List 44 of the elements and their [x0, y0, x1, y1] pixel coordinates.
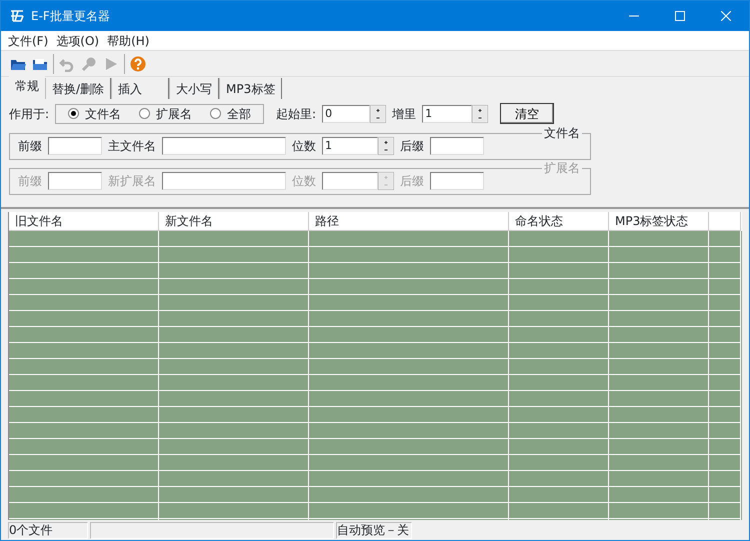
input-field[interactable] [162, 172, 286, 190]
digits-label: 位数 [292, 173, 316, 190]
menu-item[interactable]: 文件(F) [4, 32, 52, 50]
menu-item[interactable]: 选项(O) [52, 32, 104, 50]
radio-option[interactable]: 文件名 [68, 104, 122, 122]
name-label: 主文件名 [108, 138, 156, 155]
window-title: E-F批量更名器 [31, 8, 110, 25]
input-field[interactable] [162, 137, 286, 155]
input-field[interactable] [430, 137, 484, 155]
auto-preview-status: 自动预览－关 [336, 522, 412, 539]
app-icon [9, 8, 25, 24]
help-icon[interactable] [130, 56, 146, 72]
digits-field[interactable]: 1 [322, 137, 378, 155]
digits-field[interactable] [322, 172, 378, 190]
input-field[interactable] [48, 172, 102, 190]
tab[interactable]: 替换/删除 [45, 78, 112, 99]
clear-button[interactable]: 清空 [500, 103, 554, 124]
tab[interactable]: MP3标签 [219, 78, 282, 99]
digits-label: 位数 [292, 138, 316, 155]
step-field[interactable]: 1 [422, 104, 472, 122]
file-count: 0个文件 [8, 522, 88, 539]
start-label: 起始里: [276, 106, 316, 122]
group-title: 文件名 [543, 127, 581, 139]
group-title: 扩展名 [543, 162, 581, 174]
close-icon [721, 11, 731, 21]
suffix-label: 后缀 [400, 138, 424, 155]
spin-buttons[interactable] [370, 104, 386, 122]
prefix-label: 前缀 [18, 138, 42, 155]
radio-option[interactable]: 扩展名 [139, 104, 192, 122]
maximize-icon [675, 11, 685, 21]
step-label: 增里 [392, 106, 416, 122]
spin-buttons[interactable] [472, 104, 488, 122]
suffix-label: 后缀 [400, 173, 424, 190]
start-field[interactable]: 0 [322, 104, 370, 122]
apply-to-label: 作用于: [9, 106, 50, 122]
radio-option[interactable]: 全部 [210, 104, 252, 122]
input-field[interactable] [48, 137, 102, 155]
spin-buttons[interactable] [378, 137, 394, 155]
input-field[interactable] [430, 172, 484, 190]
tab[interactable]: 插入 [111, 78, 170, 99]
tab[interactable]: 大小写 [169, 78, 220, 99]
prefix-label: 前缀 [18, 173, 42, 190]
name-label: 新扩展名 [108, 173, 156, 190]
menu-item[interactable]: 帮助(H) [103, 32, 154, 50]
